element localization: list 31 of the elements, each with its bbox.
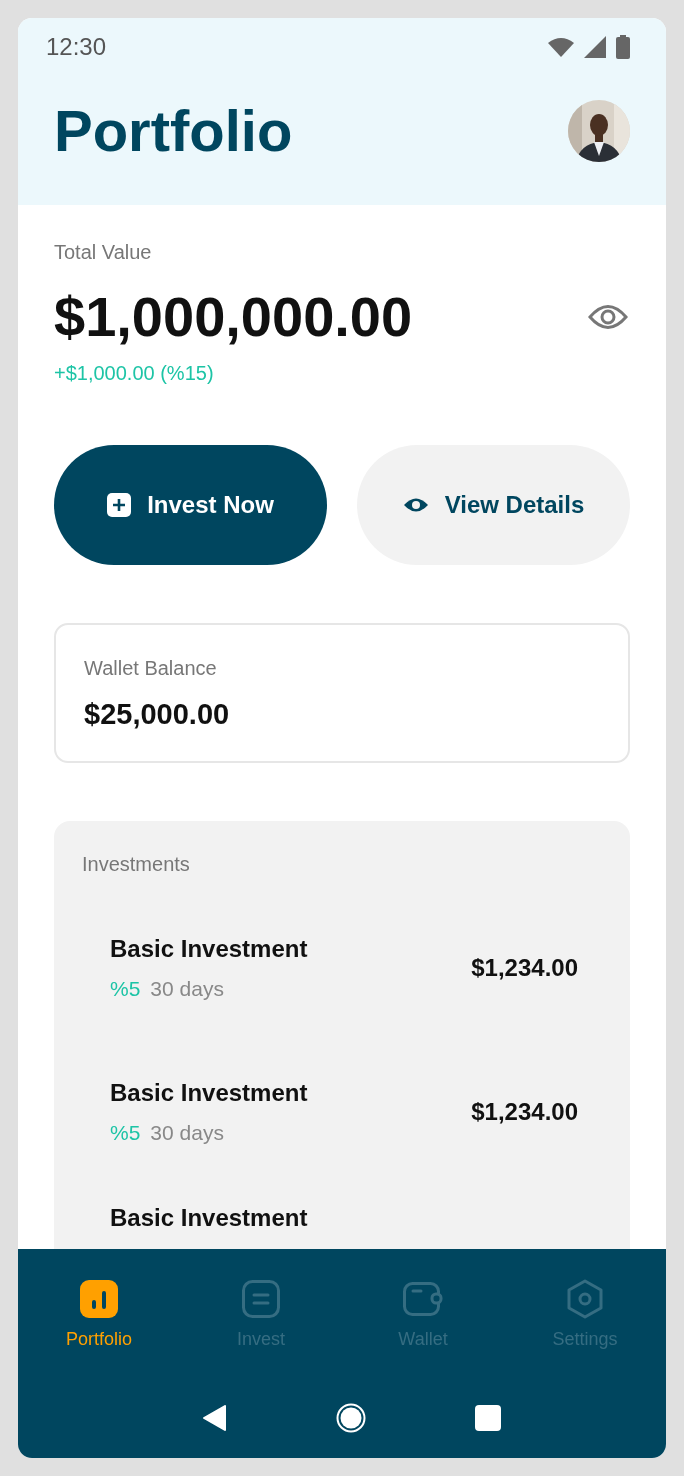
list-icon: [242, 1279, 280, 1319]
investment-rate: %5: [110, 1120, 141, 1145]
total-amount: $1,000,000.00: [54, 286, 413, 348]
investment-rate: %5: [110, 976, 141, 1001]
investment-name[interactable]: Basic Investment: [110, 1078, 308, 1107]
total-value-label: Total Value: [54, 241, 153, 264]
wallet-label: Wallet Balance: [84, 656, 218, 680]
nav-tab[interactable]: Portfolio: [18, 1279, 180, 1355]
battery-icon: [616, 35, 630, 59]
investment-amount: $1,234.00: [471, 1097, 578, 1126]
investment-term: 30 days: [150, 1120, 224, 1145]
action-button[interactable]: View Details: [357, 444, 630, 565]
back-icon[interactable]: [202, 1405, 227, 1431]
wallet-amount: $25,000.00: [84, 697, 231, 731]
investment-name[interactable]: Basic Investment: [110, 1203, 308, 1232]
settings-icon: [566, 1279, 604, 1319]
investment-amount: $1,234.00: [471, 953, 578, 982]
wallet-icon: [403, 1279, 443, 1319]
action-button[interactable]: Invest Now: [54, 444, 327, 565]
investments-title: Investments: [82, 852, 191, 876]
status-time: 12:30: [46, 33, 107, 61]
investment-name[interactable]: Basic Investment: [110, 934, 308, 963]
home-icon[interactable]: [336, 1403, 366, 1433]
total-change: +$1,000.00 (%15): [54, 361, 215, 385]
chart-icon: [80, 1279, 118, 1319]
recents-icon[interactable]: [475, 1405, 502, 1431]
investment-term: 30 days: [150, 976, 224, 1001]
plus-icon: [107, 492, 132, 517]
page-title: Portfolio: [54, 102, 293, 160]
wifi-icon: [548, 37, 574, 57]
signal-icon: [584, 36, 606, 58]
